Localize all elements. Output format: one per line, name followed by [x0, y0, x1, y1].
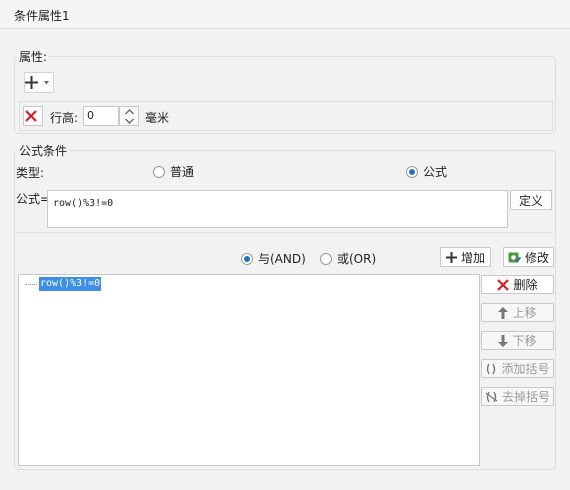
close-icon [497, 278, 513, 291]
add-condition-button[interactable]: 增加 [440, 247, 491, 267]
conditions-list[interactable]: row()%3!=0 [18, 274, 480, 466]
chevron-down-icon [44, 80, 53, 85]
row-height-spinner[interactable] [119, 106, 139, 126]
formula-label: 公式= [16, 192, 51, 206]
dialog-title-bar [0, 0, 570, 29]
logic-option-or[interactable]: 或(OR) [320, 250, 376, 267]
plus-icon [445, 251, 461, 263]
dialog-title: 条件属性1 [14, 9, 70, 23]
formula-input[interactable]: row()%3!=0 [47, 190, 508, 228]
move-up-label: 上移 [512, 306, 537, 320]
edit-gear-icon [508, 251, 525, 264]
formula-value: row()%3!=0 [53, 198, 114, 209]
delete-button[interactable]: 删除 [481, 275, 554, 294]
row-height-unit: 毫米 [145, 111, 170, 125]
close-icon [25, 110, 41, 122]
condition-item-text: row()%3!=0 [40, 278, 101, 289]
tree-line [25, 284, 37, 285]
type-formula-label: 公式 [423, 165, 448, 179]
bracket-icon [485, 363, 501, 375]
modify-condition-button[interactable]: 修改 [503, 247, 554, 267]
remove-bracket-icon [485, 391, 502, 403]
spin-up-icon[interactable] [125, 109, 134, 115]
row-height-input[interactable]: 0 [83, 106, 119, 126]
move-down-label: 下移 [512, 334, 537, 348]
row-height-value: 0 [87, 109, 94, 122]
add-bracket-label: 添加括号 [501, 362, 550, 376]
arrow-up-icon [498, 306, 512, 319]
radio-formula[interactable] [406, 165, 418, 178]
move-up-button[interactable]: 上移 [481, 303, 554, 322]
move-down-button[interactable]: 下移 [481, 331, 554, 350]
arrow-down-icon [498, 334, 512, 347]
attributes-legend: 属性: [17, 48, 50, 65]
add-condition-label: 增加 [460, 250, 485, 265]
type-normal-label: 普通 [170, 165, 195, 179]
type-option-normal[interactable]: 普通 [153, 163, 194, 180]
define-button[interactable]: 定义 [510, 190, 552, 210]
add-bracket-button[interactable]: 添加括号 [481, 359, 554, 378]
radio-or[interactable] [320, 252, 332, 265]
add-attribute-dropdown[interactable] [24, 72, 54, 93]
formula-condition-legend: 公式条件 [17, 142, 70, 159]
radio-and[interactable] [241, 252, 253, 265]
remove-bracket-button[interactable]: 去掉括号 [481, 387, 554, 406]
type-label: 类型: [16, 166, 45, 180]
logic-option-and[interactable]: 与(AND) [241, 250, 306, 267]
remove-bracket-label: 去掉括号 [501, 390, 550, 404]
logic-or-label: 或(OR) [337, 252, 377, 266]
remove-attribute-button[interactable] [23, 106, 43, 126]
plus-icon [25, 76, 42, 89]
condition-item[interactable]: row()%3!=0 [39, 277, 102, 291]
modify-condition-label: 修改 [524, 250, 549, 265]
radio-normal[interactable] [153, 165, 165, 178]
spin-down-icon[interactable] [125, 118, 134, 124]
separator-line [16, 232, 554, 233]
row-height-label: 行高: [50, 111, 79, 125]
logic-and-label: 与(AND) [258, 252, 306, 266]
type-option-formula[interactable]: 公式 [406, 163, 447, 180]
delete-label: 删除 [513, 278, 538, 292]
